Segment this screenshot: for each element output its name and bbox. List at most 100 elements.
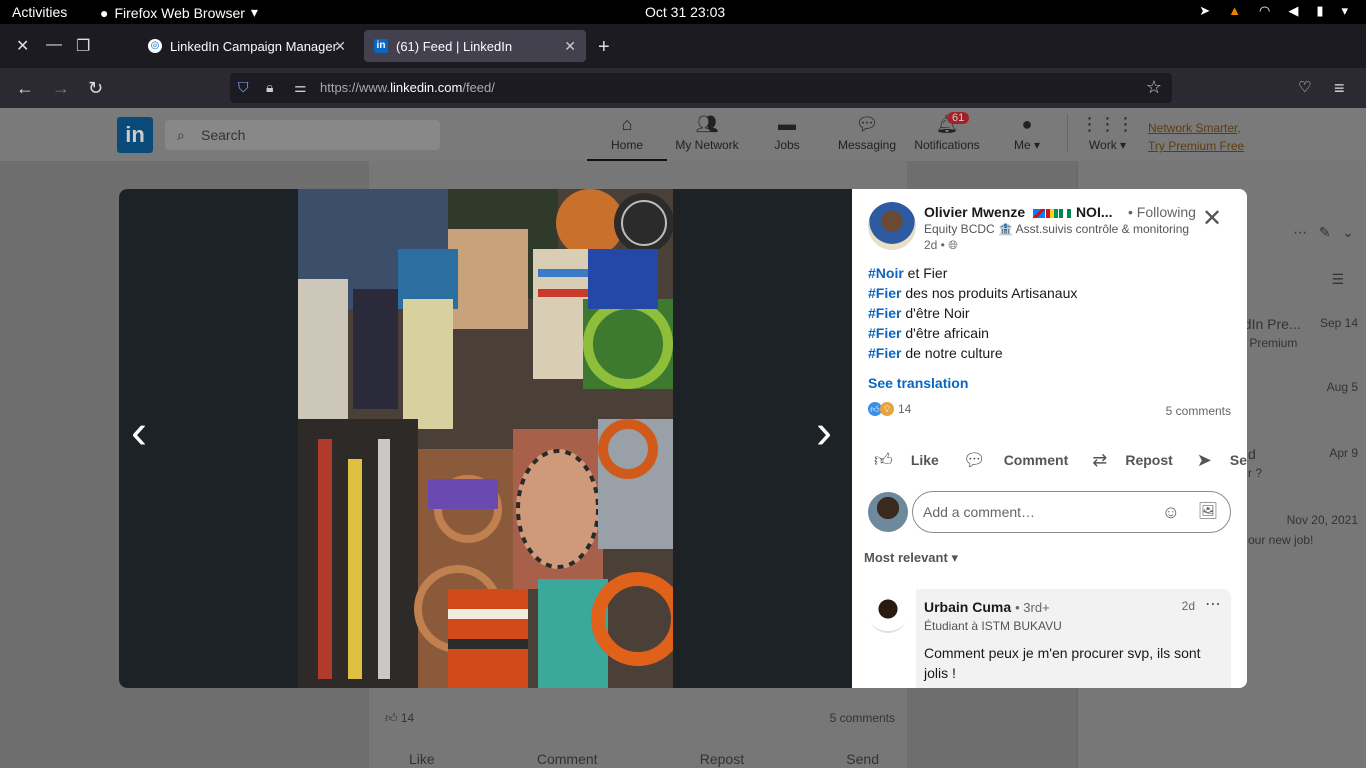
search-icon: ⌕ — [177, 127, 185, 143]
send-icon: ➤ — [1196, 449, 1212, 470]
commenter-name[interactable]: Urbain Cuma • 3rd+ — [924, 599, 1050, 615]
nav-label: Work — [1088, 138, 1117, 152]
conversation-snippet: our new job! — [1248, 533, 1314, 547]
see-translation-button[interactable]: See translation — [868, 375, 968, 391]
hashtag-link[interactable]: #Noir — [868, 265, 904, 281]
feed-social-counts[interactable]: 👍︎ 14 5 comments — [385, 711, 895, 726]
feed-comment-button[interactable]: Comment — [537, 751, 598, 767]
previous-image-arrow[interactable]: ‹ — [131, 409, 147, 457]
following-status[interactable]: • Following — [1128, 204, 1196, 220]
hashtag-link[interactable]: #Fier — [868, 345, 901, 361]
comment-icon: 💬︎ — [962, 449, 986, 470]
emoji-icon[interactable]: ☺ — [1162, 492, 1180, 532]
post-text: #Noir et Fier #Fier des nos produits Art… — [868, 263, 1077, 363]
search-placeholder: Search — [201, 127, 246, 143]
next-image-arrow[interactable]: › — [816, 409, 832, 457]
new-tab-button[interactable]: + — [598, 36, 610, 59]
globe-icon: 🌐︎ — [948, 238, 958, 252]
drc-flag-icon — [1033, 209, 1046, 219]
post-line: #Fier d'être africain — [868, 323, 1077, 343]
conversation-name: d — [1248, 446, 1256, 462]
url-text[interactable]: https://www.linkedin.com/feed/ — [320, 80, 495, 95]
feed-send-button[interactable]: Send — [846, 751, 879, 767]
feed-like-button[interactable]: Like — [409, 751, 435, 767]
more-options-icon[interactable]: ⋯ — [1205, 594, 1221, 614]
linkedin-logo[interactable]: in — [117, 117, 153, 153]
post-actions: 👍︎ Like 💬︎ Comment ⇄ Repost ➤ Send — [862, 441, 1247, 479]
volume-icon: ◀ — [1288, 3, 1299, 18]
author-avatar[interactable] — [868, 202, 916, 250]
bookmark-star-icon[interactable]: ☆ — [1146, 77, 1162, 98]
close-tab-icon[interactable]: ✕ — [334, 38, 346, 55]
premium-line-2: Try Premium Free — [1148, 139, 1245, 153]
post-line-text: de notre culture — [901, 345, 1003, 361]
search-input[interactable]: ⌕ Search — [165, 120, 440, 150]
hashtag-link[interactable]: #Fier — [868, 285, 901, 301]
reactions-summary[interactable]: 👍︎ 💡︎ 14 — [868, 402, 911, 416]
comment-label: Comment — [1003, 452, 1069, 468]
telegram-icon: ➤ — [1199, 3, 1211, 18]
author-name[interactable]: Olivier Mwenze NOI... — [924, 204, 1113, 221]
activities-button[interactable]: Activities — [12, 4, 67, 20]
battery-icon: ▮ — [1316, 3, 1324, 18]
repost-icon: ⇄ — [1092, 449, 1108, 470]
restore-icon[interactable]: ❐ — [76, 36, 90, 56]
minimize-icon[interactable]: — — [46, 36, 62, 54]
nav-me[interactable]: ● Me ▾ — [987, 114, 1067, 152]
pocket-icon[interactable]: ♡ — [1298, 78, 1311, 96]
back-icon[interactable]: ← — [16, 78, 34, 99]
author-headline: Equity BCDC 🏦 Asst.suivis contrôle & mon… — [924, 222, 1190, 236]
tab-campaign-manager[interactable]: ◎ LinkedIn Campaign Manager ✕ — [138, 30, 356, 62]
tab-bar: ✕ — ❐ ◎ LinkedIn Campaign Manager ✕ in (… — [0, 24, 1366, 68]
close-modal-button[interactable]: ✕ — [1202, 207, 1222, 231]
image-icon[interactable]: 🖼︎ — [1198, 492, 1218, 532]
messaging-header-icons[interactable]: ⋯ ✎ ⌄ — [1293, 224, 1354, 241]
nav-work[interactable]: ⋮⋮⋮ Work ▾ — [1067, 114, 1147, 152]
nav-jobs[interactable]: ▬ Jobs — [747, 114, 827, 152]
nav-my-network[interactable]: 👥︎ My Network — [667, 114, 747, 152]
permissions-icon[interactable]: ⚌ — [294, 79, 307, 96]
repost-button[interactable]: ⇄ Repost — [1080, 441, 1185, 479]
conversation-date: Sep 14 — [1319, 316, 1358, 330]
image-viewer: ‹ › — [119, 189, 852, 688]
post-image-modal: ‹ › Olivier Mwenze NOI... • Following Eq… — [119, 189, 1247, 688]
nav-home[interactable]: ⌂ Home — [587, 114, 667, 161]
firefox-icon: ● — [100, 4, 109, 21]
like-button[interactable]: 👍︎ Like — [862, 441, 951, 479]
nav-notifications[interactable]: 🔔︎ 61 Notifications — [907, 112, 987, 152]
close-tab-icon[interactable]: ✕ — [564, 38, 576, 55]
wifi-icon: ◠ — [1258, 3, 1271, 18]
commenter-avatar[interactable] — [868, 593, 908, 633]
notification-badge: 61 — [947, 112, 970, 124]
campaign-manager-favicon: ◎ — [148, 39, 162, 53]
comment-button[interactable]: 💬︎ Comment — [951, 441, 1080, 479]
comment-input[interactable]: Add a comment… ☺ 🖼︎ — [912, 491, 1231, 533]
nav-messaging[interactable]: 💬︎ Messaging — [827, 114, 907, 152]
shield-icon[interactable]: ⛉ — [238, 79, 249, 96]
close-window-icon[interactable]: ✕ — [16, 36, 29, 56]
sort-dropdown[interactable]: Most relevant ▾ — [864, 550, 958, 566]
hashtag-link[interactable]: #Fier — [868, 305, 901, 321]
comment-count[interactable]: 5 comments — [1166, 404, 1231, 418]
feed-actions: Like Comment Repost Send — [409, 751, 879, 767]
post-photo[interactable] — [298, 189, 673, 688]
url-bar[interactable]: ⛉ 🔒︎ ⚌ https://www.linkedin.com/feed/ ☆ — [230, 73, 1172, 103]
app-name: Firefox Web Browser — [114, 4, 245, 21]
commenter-name-text: Urbain Cuma — [924, 599, 1012, 615]
reload-icon[interactable]: ↻ — [88, 78, 103, 99]
menu-icon[interactable]: ≡ — [1334, 78, 1345, 99]
conversation-snippet: r ? — [1248, 466, 1263, 480]
post-line-text: des nos produits Artisanaux — [901, 285, 1078, 301]
send-button[interactable]: ➤ Send — [1185, 441, 1247, 479]
post-line-text: d'être africain — [901, 325, 989, 341]
system-tray[interactable]: ➤ ▲ ◠ ◀ ▮ ▾ — [1199, 3, 1348, 19]
filter-icon[interactable]: ☰ — [1331, 271, 1344, 288]
app-menu[interactable]: ● Firefox Web Browser ▾ — [100, 4, 258, 21]
premium-link[interactable]: Network Smarter, Try Premium Free — [1148, 119, 1244, 155]
forward-icon[interactable]: → — [52, 78, 70, 99]
clock[interactable]: Oct 31 23:03 — [645, 4, 725, 20]
tab-linkedin-feed[interactable]: in (61) Feed | LinkedIn ✕ — [364, 30, 586, 62]
lock-icon[interactable]: 🔒︎ — [266, 79, 273, 96]
feed-repost-button[interactable]: Repost — [700, 751, 744, 767]
hashtag-link[interactable]: #Fier — [868, 325, 901, 341]
